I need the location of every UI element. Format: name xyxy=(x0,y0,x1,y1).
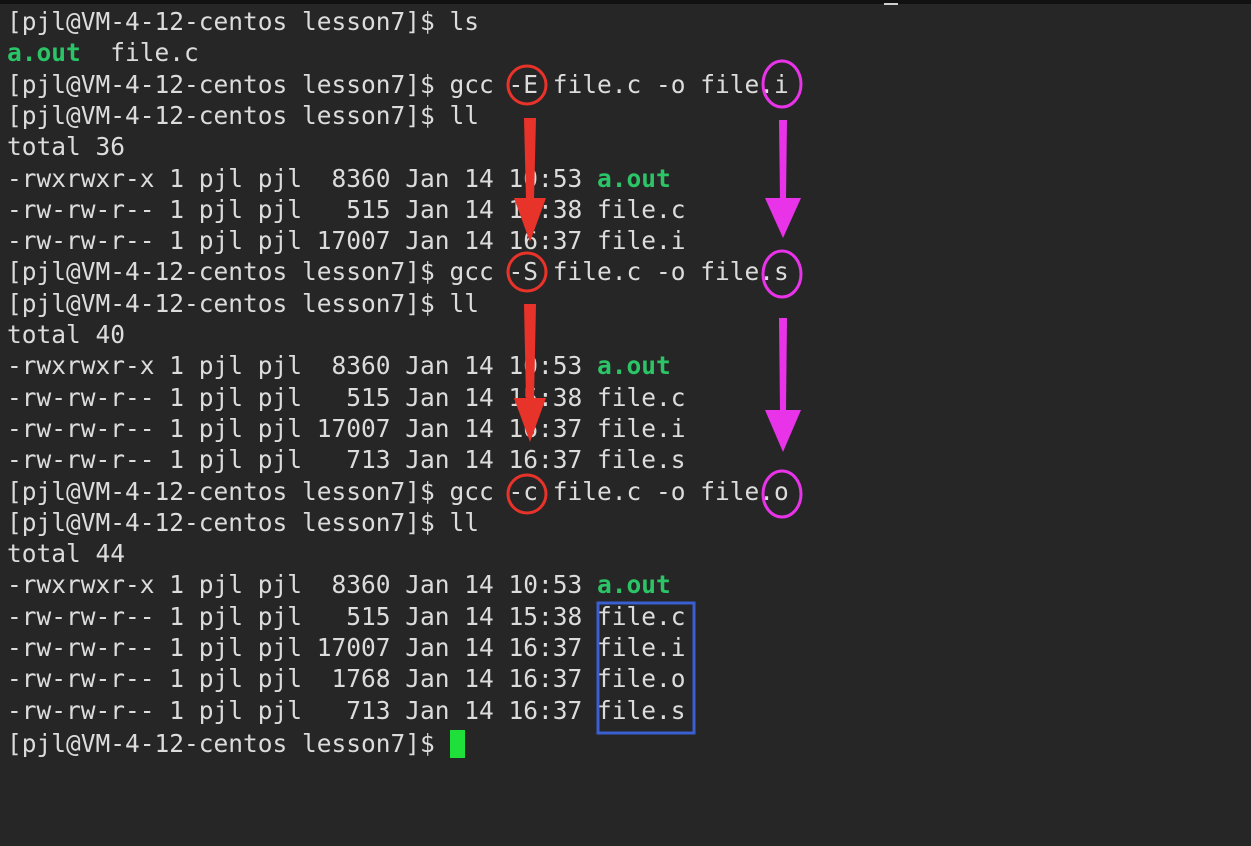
terminal-text: -rw-rw-r-- 1 pjl pjl 713 Jan 14 16:37 fi… xyxy=(7,445,686,475)
magenta-arrow-2 xyxy=(765,318,801,452)
terminal-text: total 44 xyxy=(7,539,126,569)
terminal-text: -rwxrwxr-x 1 pjl pjl 8360 Jan 14 10:53 xyxy=(7,163,598,193)
executable-filename: a.out xyxy=(597,163,671,193)
terminal-text: -rw-rw-r-- 1 pjl pjl 713 Jan 14 16:37 fi… xyxy=(7,695,686,725)
terminal-line: -rw-rw-r-- 1 pjl pjl 1768 Jan 14 16:37 f… xyxy=(7,663,686,694)
terminal-text: -rw-rw-r-- 1 pjl pjl 515 Jan 14 15:38 fi… xyxy=(7,194,686,224)
scroll-marker xyxy=(884,3,898,5)
terminal-line: -rw-rw-r-- 1 pjl pjl 515 Jan 14 15:38 fi… xyxy=(7,601,686,632)
cursor xyxy=(449,730,465,758)
prompt-text: [pjl@VM-4-12-centos lesson7]$ xyxy=(7,729,450,758)
terminal-line: [pjl@VM-4-12-centos lesson7]$ ll xyxy=(7,288,479,319)
terminal-line: [pjl@VM-4-12-centos lesson7]$ ll xyxy=(7,100,479,131)
terminal-text: total 36 xyxy=(7,132,126,162)
terminal-line: -rw-rw-r-- 1 pjl pjl 17007 Jan 14 16:37 … xyxy=(7,225,686,256)
terminal-text: [pjl@VM-4-12-centos lesson7]$ ll xyxy=(7,100,480,130)
terminal-line: -rw-rw-r-- 1 pjl pjl 17007 Jan 14 16:37 … xyxy=(7,632,686,663)
terminal-text: -rw-rw-r-- 1 pjl pjl 515 Jan 14 15:38 fi… xyxy=(7,382,686,412)
terminal-line: -rw-rw-r-- 1 pjl pjl 515 Jan 14 15:38 fi… xyxy=(7,382,686,413)
terminal-window[interactable]: [pjl@VM-4-12-centos lesson7]$ ls a.out fi… xyxy=(0,0,1251,846)
terminal-text: total 40 xyxy=(7,320,126,349)
magenta-arrow-1 xyxy=(765,120,801,238)
terminal-line: [pjl@VM-4-12-centos lesson7]$ gcc -S fil… xyxy=(7,256,789,287)
window-top-edge xyxy=(0,0,1251,4)
terminal-text: [pjl@VM-4-12-centos lesson7]$ gcc -S fil… xyxy=(7,257,789,287)
terminal-text: [pjl@VM-4-12-centos lesson7]$ gcc -E fil… xyxy=(7,69,789,99)
terminal-text: [pjl@VM-4-12-centos lesson7]$ ll xyxy=(7,507,480,537)
terminal-text: [pjl@VM-4-12-centos lesson7]$ ll xyxy=(7,288,480,318)
terminal-line: [pjl@VM-4-12-centos lesson7]$ ls xyxy=(7,6,479,37)
terminal-text: -rw-rw-r-- 1 pjl pjl 1768 Jan 14 16:37 f… xyxy=(7,664,686,694)
terminal-text: [pjl@VM-4-12-centos lesson7]$ gcc -c fil… xyxy=(7,476,789,506)
terminal-line: [pjl@VM-4-12-centos lesson7]$ ll xyxy=(7,507,479,538)
terminal-text: -rwxrwxr-x 1 pjl pjl 8360 Jan 14 10:53 xyxy=(7,351,598,381)
executable-filename: a.out xyxy=(7,38,81,68)
terminal-line: -rw-rw-r-- 1 pjl pjl 17007 Jan 14 16:37 … xyxy=(7,413,686,444)
terminal-text: -rw-rw-r-- 1 pjl pjl 17007 Jan 14 16:37 … xyxy=(7,226,686,256)
terminal-line: [pjl@VM-4-12-centos lesson7]$ gcc -c fil… xyxy=(7,476,789,507)
terminal-line: total 36 xyxy=(7,131,125,162)
terminal-text: -rw-rw-r-- 1 pjl pjl 17007 Jan 14 16:37 … xyxy=(7,413,686,443)
executable-filename: a.out xyxy=(597,570,671,600)
terminal-text: -rw-rw-r-- 1 pjl pjl 515 Jan 14 15:38 fi… xyxy=(7,601,686,631)
terminal-line: total 40 xyxy=(7,319,125,350)
terminal-line: total 44 xyxy=(7,538,125,569)
terminal-line: -rwxrwxr-x 1 pjl pjl 8360 Jan 14 10:53 a… xyxy=(7,569,671,600)
terminal-text: file.c xyxy=(80,38,199,68)
terminal-line: a.out file.c xyxy=(7,37,199,68)
executable-filename: a.out xyxy=(597,351,671,381)
terminal-line: -rwxrwxr-x 1 pjl pjl 8360 Jan 14 10:53 a… xyxy=(7,350,671,381)
terminal-line: -rwxrwxr-x 1 pjl pjl 8360 Jan 14 10:53 a… xyxy=(7,163,671,194)
prompt-line[interactable]: [pjl@VM-4-12-centos lesson7]$ xyxy=(7,728,465,759)
terminal-text: -rwxrwxr-x 1 pjl pjl 8360 Jan 14 10:53 xyxy=(7,570,598,600)
terminal-line: -rw-rw-r-- 1 pjl pjl 713 Jan 14 16:37 fi… xyxy=(7,695,686,726)
terminal-line: -rw-rw-r-- 1 pjl pjl 713 Jan 14 16:37 fi… xyxy=(7,444,686,475)
terminal-text: [pjl@VM-4-12-centos lesson7]$ ls xyxy=(7,7,480,36)
terminal-text: -rw-rw-r-- 1 pjl pjl 17007 Jan 14 16:37 … xyxy=(7,633,686,662)
terminal-line: -rw-rw-r-- 1 pjl pjl 515 Jan 14 15:38 fi… xyxy=(7,194,686,225)
terminal-line: [pjl@VM-4-12-centos lesson7]$ gcc -E fil… xyxy=(7,69,789,100)
